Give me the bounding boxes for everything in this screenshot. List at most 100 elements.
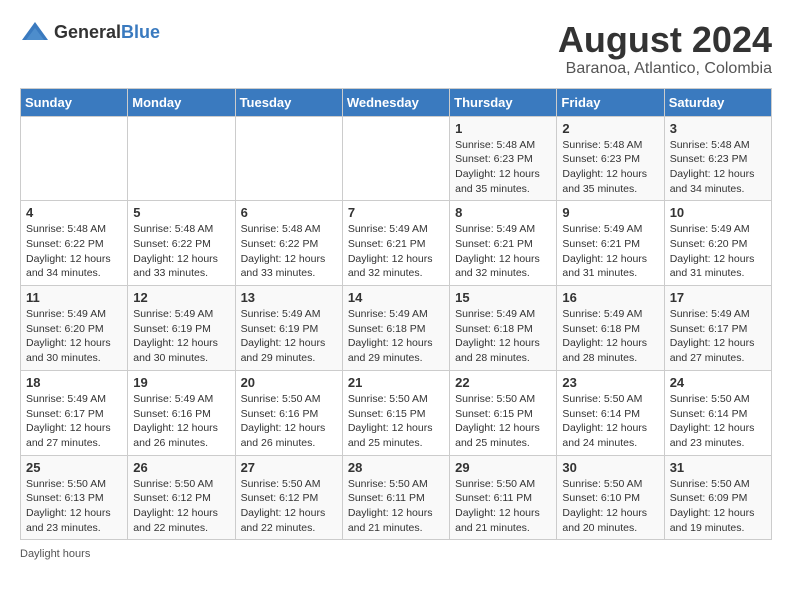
cell-info: Sunrise: 5:49 AM Sunset: 6:20 PM Dayligh…	[670, 222, 766, 281]
calendar-cell	[128, 116, 235, 201]
cell-info: Sunrise: 5:49 AM Sunset: 6:21 PM Dayligh…	[348, 222, 444, 281]
calendar-cell: 29 Sunrise: 5:50 AM Sunset: 6:11 PM Dayli…	[450, 455, 557, 540]
cell-info: Sunrise: 5:50 AM Sunset: 6:14 PM Dayligh…	[670, 392, 766, 451]
day-header-friday: Friday	[557, 88, 664, 116]
cell-info: Sunrise: 5:49 AM Sunset: 6:16 PM Dayligh…	[133, 392, 229, 451]
cell-info: Sunrise: 5:50 AM Sunset: 6:12 PM Dayligh…	[133, 477, 229, 536]
cell-info: Sunrise: 5:50 AM Sunset: 6:12 PM Dayligh…	[241, 477, 337, 536]
cell-date-number: 10	[670, 205, 766, 220]
calendar-header: SundayMondayTuesdayWednesdayThursdayFrid…	[21, 88, 772, 116]
day-header-tuesday: Tuesday	[235, 88, 342, 116]
cell-date-number: 9	[562, 205, 658, 220]
cell-date-number: 5	[133, 205, 229, 220]
cell-info: Sunrise: 5:50 AM Sunset: 6:13 PM Dayligh…	[26, 477, 122, 536]
cell-date-number: 19	[133, 375, 229, 390]
calendar-cell: 11 Sunrise: 5:49 AM Sunset: 6:20 PM Dayli…	[21, 286, 128, 371]
logo: GeneralBlue	[20, 20, 160, 44]
cell-info: Sunrise: 5:48 AM Sunset: 6:23 PM Dayligh…	[455, 138, 551, 197]
logo-icon	[20, 20, 50, 44]
calendar-cell: 4Sunrise: 5:48 AM Sunset: 6:22 PM Daylig…	[21, 201, 128, 286]
cell-info: Sunrise: 5:50 AM Sunset: 6:15 PM Dayligh…	[348, 392, 444, 451]
cell-date-number: 8	[455, 205, 551, 220]
cell-date-number: 12	[133, 290, 229, 305]
cell-info: Sunrise: 5:49 AM Sunset: 6:18 PM Dayligh…	[562, 307, 658, 366]
cell-info: Sunrise: 5:49 AM Sunset: 6:20 PM Dayligh…	[26, 307, 122, 366]
cell-date-number: 7	[348, 205, 444, 220]
calendar-cell: 6 Sunrise: 5:48 AM Sunset: 6:22 PM Daylig…	[235, 201, 342, 286]
calendar-cell	[21, 116, 128, 201]
cell-info: Sunrise: 5:50 AM Sunset: 6:14 PM Dayligh…	[562, 392, 658, 451]
cell-date-number: 4	[26, 205, 122, 220]
cell-date-number: 15	[455, 290, 551, 305]
calendar-cell	[235, 116, 342, 201]
calendar-cell: 21Sunrise: 5:50 AM Sunset: 6:15 PM Dayli…	[342, 370, 449, 455]
calendar-cell: 18Sunrise: 5:49 AM Sunset: 6:17 PM Dayli…	[21, 370, 128, 455]
week-row-1: 4 Sunrise: 5:48 AM Sunset: 6:22 PM Daylig…	[21, 201, 772, 286]
calendar-body: 1 Sunrise: 5:48 AM Sunset: 6:23 PM Daylig…	[21, 116, 772, 540]
title-block: August 2024 Baranoa, Atlantico, Colombia	[558, 20, 772, 78]
cell-info: Sunrise: 5:49 AM Sunset: 6:17 PM Dayligh…	[670, 307, 766, 366]
day-header-monday: Monday	[128, 88, 235, 116]
calendar-cell: 1 Sunrise: 5:48 AM Sunset: 6:23 PM Daylig…	[450, 116, 557, 201]
cell-date-number: 30	[562, 460, 658, 475]
cell-date-number: 23	[562, 375, 658, 390]
cell-date-number: 13	[241, 290, 337, 305]
cell-date-number: 1	[455, 121, 551, 136]
cell-info: Sunrise: 5:49 AM Sunset: 6:19 PM Dayligh…	[241, 307, 337, 366]
calendar-cell: 9 Sunrise: 5:49 AM Sunset: 6:21 PM Daylig…	[557, 201, 664, 286]
cell-date-number: 18	[26, 375, 122, 390]
week-row-3: 18Sunrise: 5:49 AM Sunset: 6:17 PM Dayli…	[21, 370, 772, 455]
week-row-4: 25 Sunrise: 5:50 AM Sunset: 6:13 PM Dayli…	[21, 455, 772, 540]
cell-date-number: 11	[26, 290, 122, 305]
cell-date-number: 20	[241, 375, 337, 390]
cell-date-number: 31	[670, 460, 766, 475]
day-header-thursday: Thursday	[450, 88, 557, 116]
cell-date-number: 28	[348, 460, 444, 475]
cell-info: Sunrise: 5:49 AM Sunset: 6:21 PM Dayligh…	[455, 222, 551, 281]
days-of-week-row: SundayMondayTuesdayWednesdayThursdayFrid…	[21, 88, 772, 116]
cell-date-number: 25	[26, 460, 122, 475]
cell-date-number: 17	[670, 290, 766, 305]
calendar-cell: 25 Sunrise: 5:50 AM Sunset: 6:13 PM Dayli…	[21, 455, 128, 540]
logo-text: GeneralBlue	[54, 22, 160, 43]
calendar-cell: 20 Sunrise: 5:50 AM Sunset: 6:16 PM Dayli…	[235, 370, 342, 455]
calendar-cell: 5Sunrise: 5:48 AM Sunset: 6:22 PM Daylig…	[128, 201, 235, 286]
calendar-table: SundayMondayTuesdayWednesdayThursdayFrid…	[20, 88, 772, 541]
cell-info: Sunrise: 5:49 AM Sunset: 6:18 PM Dayligh…	[348, 307, 444, 366]
week-row-0: 1 Sunrise: 5:48 AM Sunset: 6:23 PM Daylig…	[21, 116, 772, 201]
day-header-wednesday: Wednesday	[342, 88, 449, 116]
calendar-cell: 2 Sunrise: 5:48 AM Sunset: 6:23 PM Daylig…	[557, 116, 664, 201]
calendar-cell: 3Sunrise: 5:48 AM Sunset: 6:23 PM Daylig…	[664, 116, 771, 201]
calendar-cell	[342, 116, 449, 201]
calendar-cell: 27 Sunrise: 5:50 AM Sunset: 6:12 PM Dayli…	[235, 455, 342, 540]
cell-info: Sunrise: 5:50 AM Sunset: 6:16 PM Dayligh…	[241, 392, 337, 451]
page-subtitle: Baranoa, Atlantico, Colombia	[558, 60, 772, 78]
calendar-cell: 30 Sunrise: 5:50 AM Sunset: 6:10 PM Dayli…	[557, 455, 664, 540]
cell-info: Sunrise: 5:50 AM Sunset: 6:11 PM Dayligh…	[455, 477, 551, 536]
cell-date-number: 29	[455, 460, 551, 475]
day-header-saturday: Saturday	[664, 88, 771, 116]
cell-info: Sunrise: 5:48 AM Sunset: 6:22 PM Dayligh…	[241, 222, 337, 281]
cell-date-number: 2	[562, 121, 658, 136]
cell-date-number: 16	[562, 290, 658, 305]
cell-info: Sunrise: 5:48 AM Sunset: 6:23 PM Dayligh…	[670, 138, 766, 197]
calendar-cell: 31Sunrise: 5:50 AM Sunset: 6:09 PM Dayli…	[664, 455, 771, 540]
calendar-cell: 22 Sunrise: 5:50 AM Sunset: 6:15 PM Dayli…	[450, 370, 557, 455]
calendar-cell: 19 Sunrise: 5:49 AM Sunset: 6:16 PM Dayli…	[128, 370, 235, 455]
cell-info: Sunrise: 5:50 AM Sunset: 6:11 PM Dayligh…	[348, 477, 444, 536]
cell-date-number: 6	[241, 205, 337, 220]
cell-date-number: 14	[348, 290, 444, 305]
day-header-sunday: Sunday	[21, 88, 128, 116]
calendar-cell: 23 Sunrise: 5:50 AM Sunset: 6:14 PM Dayli…	[557, 370, 664, 455]
calendar-cell: 15Sunrise: 5:49 AM Sunset: 6:18 PM Dayli…	[450, 286, 557, 371]
cell-info: Sunrise: 5:50 AM Sunset: 6:15 PM Dayligh…	[455, 392, 551, 451]
cell-date-number: 24	[670, 375, 766, 390]
cell-date-number: 26	[133, 460, 229, 475]
cell-date-number: 22	[455, 375, 551, 390]
cell-date-number: 27	[241, 460, 337, 475]
calendar-cell: 7 Sunrise: 5:49 AM Sunset: 6:21 PM Daylig…	[342, 201, 449, 286]
footer: Daylight hours	[20, 548, 772, 560]
cell-info: Sunrise: 5:49 AM Sunset: 6:21 PM Dayligh…	[562, 222, 658, 281]
cell-info: Sunrise: 5:50 AM Sunset: 6:10 PM Dayligh…	[562, 477, 658, 536]
cell-info: Sunrise: 5:48 AM Sunset: 6:23 PM Dayligh…	[562, 138, 658, 197]
